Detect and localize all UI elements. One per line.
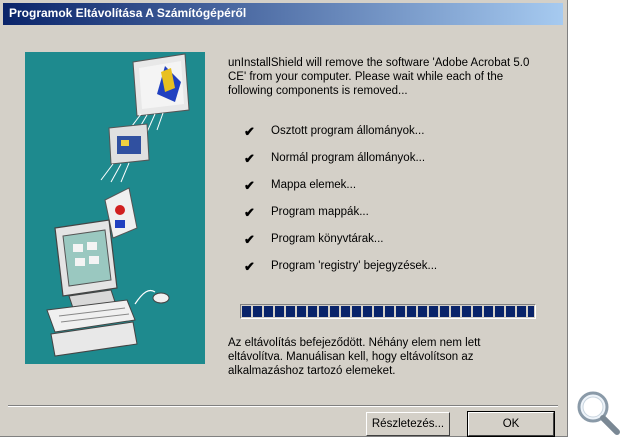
checkmark-icon: ✔ xyxy=(244,205,255,220)
checkmark-icon: ✔ xyxy=(244,232,255,247)
floating-screen-medium xyxy=(100,123,150,183)
component-label: Program mappák... xyxy=(271,206,369,218)
progress-fill xyxy=(242,306,534,317)
magnifier-icon[interactable] xyxy=(573,388,623,436)
component-label: Program könyvtárak... xyxy=(271,233,384,245)
illustration-graphic xyxy=(46,53,190,357)
computer-install-illustration xyxy=(25,52,205,364)
floating-screen-large xyxy=(128,53,190,133)
title-bar[interactable]: Programok Eltávolítása A Számítógépéről xyxy=(3,3,563,25)
component-label: Mappa elemek... xyxy=(271,179,357,191)
computer-mouse xyxy=(134,289,170,305)
computer-monitor xyxy=(54,219,118,309)
component-label: Normál program állományok... xyxy=(271,152,426,164)
divider xyxy=(8,405,558,407)
details-button[interactable]: Részletezés... xyxy=(366,412,450,436)
uninstall-dialog: Programok Eltávolítása A Számítógépéről xyxy=(0,0,568,437)
checkmark-icon: ✔ xyxy=(244,178,255,193)
status-text: Az eltávolítás befejeződött. Néhány elem… xyxy=(228,337,481,377)
component-label: Osztott program állományok... xyxy=(271,125,425,137)
component-label: Program 'registry' bejegyzések... xyxy=(271,260,438,272)
checkmark-icon: ✔ xyxy=(244,124,255,139)
checkmark-icon: ✔ xyxy=(244,151,255,166)
checkmark-icon: ✔ xyxy=(244,259,255,274)
progress-bar xyxy=(240,304,536,319)
intro-text: unInstallShield will remove the software… xyxy=(228,57,530,97)
computer-keyboard xyxy=(46,299,138,357)
ok-button[interactable]: OK xyxy=(467,411,555,437)
window-title: Programok Eltávolítása A Számítógépéről xyxy=(9,6,247,20)
